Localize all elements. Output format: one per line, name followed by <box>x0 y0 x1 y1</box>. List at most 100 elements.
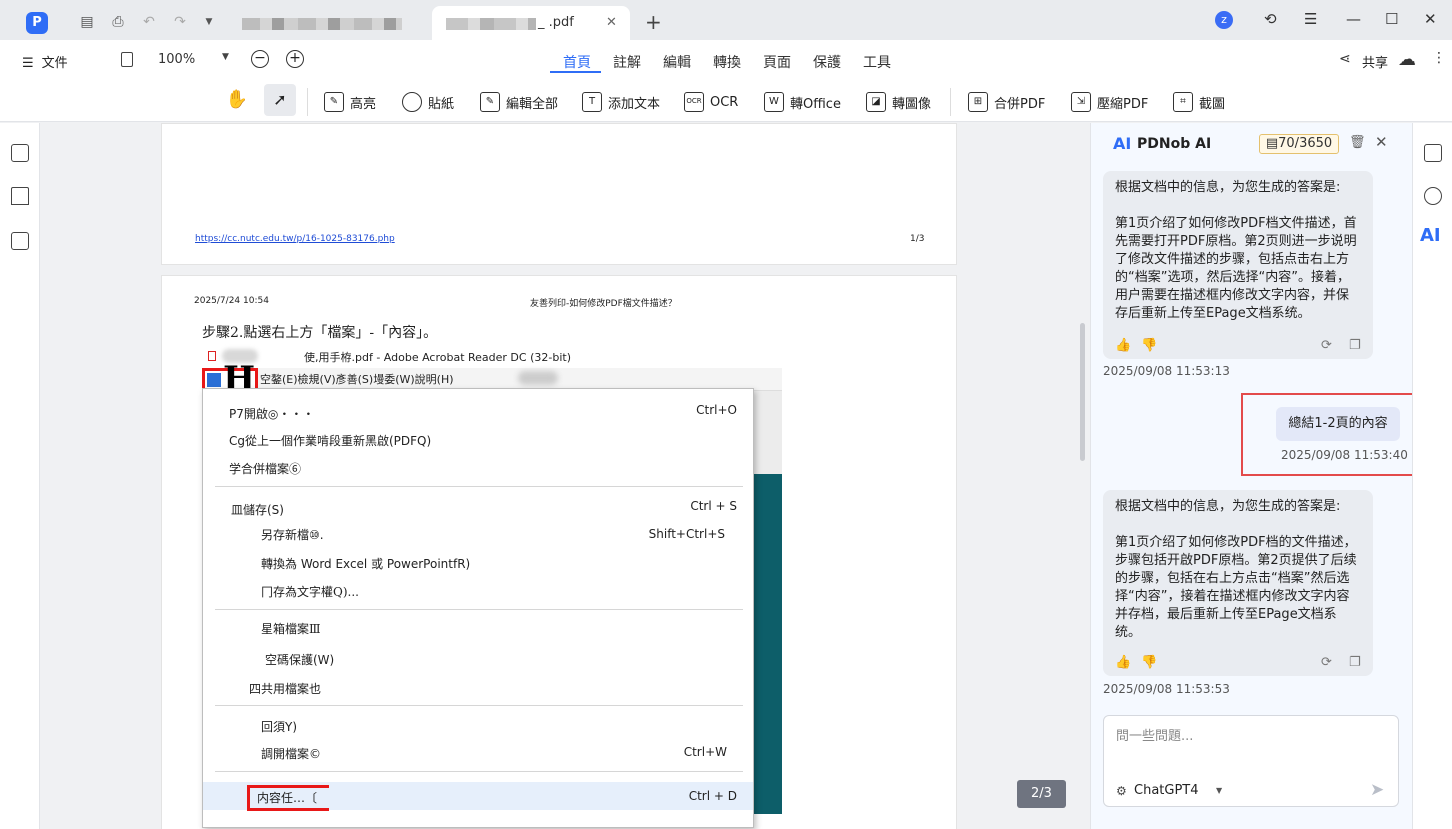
model-dropdown-icon[interactable]: ▼ <box>1216 786 1222 795</box>
page-view-icon[interactable] <box>121 52 133 67</box>
add-text-button[interactable]: T 添加文本 <box>582 90 660 114</box>
tab-convert[interactable]: 轉換 <box>713 52 741 72</box>
copy-icon[interactable]: ❐ <box>1349 337 1361 355</box>
file-icon <box>207 373 221 387</box>
highlight-icon: ✎ <box>324 92 344 112</box>
tool-label: 合併PDF <box>994 96 1046 112</box>
tab-title-redacted <box>446 18 536 30</box>
step-heading: 步驟2.點選右上方「檔案」-「內容」。 <box>202 325 438 341</box>
more-icon[interactable]: ⋮ <box>1432 50 1446 66</box>
hamburger-menu-icon[interactable]: ☰ <box>1304 10 1317 28</box>
highlight-button[interactable]: ✎ 高亮 <box>324 90 376 114</box>
model-selector[interactable]: ChatGPT4 <box>1134 783 1199 798</box>
tab-document-2-active[interactable]: _ .pdf ✕ <box>432 6 630 40</box>
ai-message-text: 根据文档中的信息，为您生成的答案是: 第1页介绍了如何修改PDF档的文件描述，步… <box>1115 499 1357 640</box>
tool-label: 高亮 <box>350 96 377 112</box>
send-icon[interactable]: ➤ <box>1370 780 1384 800</box>
tool-label: 截圖 <box>1199 96 1226 112</box>
page-indicator: 2/3 <box>1017 780 1066 808</box>
close-window-icon[interactable]: ✕ <box>1424 10 1437 28</box>
print-title: 友善列印-如何修改PDF檔文件描述？ <box>530 299 677 309</box>
bookmark-icon[interactable] <box>11 187 29 205</box>
tab-home[interactable]: 首頁 <box>563 52 591 72</box>
tool-bar: ✋ ➚ ✎ 高亮 貼紙 ✎ 編輯全部 T 添加文本 OCR OCR W 轉Office ◪… <box>0 82 1452 122</box>
tool-label: 壓縮PDF <box>1097 96 1149 112</box>
maximize-icon[interactable]: ☐ <box>1385 10 1398 28</box>
divider <box>950 88 951 116</box>
share-icon[interactable]: ⋖ <box>1339 51 1351 67</box>
hand-tool-icon[interactable]: ✋ <box>224 87 250 113</box>
redo-icon[interactable]: ↷ <box>172 14 188 30</box>
tab-annotate[interactable]: 註解 <box>613 52 641 72</box>
thumbs-up-icon[interactable]: 👍 <box>1115 654 1131 672</box>
to-image-button[interactable]: ◪ 轉圖像 <box>866 90 931 114</box>
quick-access-dropdown-icon[interactable]: ▼ <box>201 14 217 30</box>
sticker-button[interactable]: 貼紙 <box>402 90 454 114</box>
zoom-in-icon[interactable]: + <box>286 50 304 68</box>
dropdown-item: 星箱檔案Ⅲ <box>261 622 321 636</box>
tab-protect[interactable]: 保護 <box>813 52 841 72</box>
document-viewer[interactable]: https://cc.nutc.edu.tw/p/16-1025-83176.p… <box>41 123 1089 829</box>
history-icon[interactable]: ⟲ <box>1264 10 1277 28</box>
title-bar: P ▤ ⎙ ↶ ↷ ▼ _ .pdf ✕ + z ⟲ ☰ — ☐ ✕ <box>0 0 1452 40</box>
dropdown-item: 四共用檔案也 <box>249 682 322 696</box>
screenshot-button[interactable]: ⌗ 截圖 <box>1173 90 1225 114</box>
message-actions: 👍 👎 ⟳ ❐ <box>1115 654 1361 670</box>
close-icon[interactable]: ✕ <box>1375 133 1388 151</box>
vertical-scrollbar[interactable] <box>1080 323 1085 461</box>
tab-close-icon[interactable]: ✕ <box>606 6 617 40</box>
cloud-icon[interactable]: ☁ <box>1398 49 1416 70</box>
properties-icon[interactable] <box>1424 144 1442 162</box>
save-icon[interactable]: ▤ <box>79 14 95 30</box>
new-tab-button[interactable]: + <box>645 12 662 32</box>
delete-icon[interactable]: 🗑 <box>1349 135 1366 150</box>
regenerate-icon[interactable]: ⟳ <box>1321 337 1332 355</box>
page-link[interactable]: https://cc.nutc.edu.tw/p/16-1025-83176.p… <box>195 234 395 244</box>
embedded-title-text: 使,用手栫.pdf - Adobe Acrobat Reader DC (32-… <box>304 351 571 364</box>
file-menu-button[interactable]: ☰ 文件 <box>22 52 68 71</box>
zoom-dropdown-icon[interactable]: ▼ <box>222 52 229 62</box>
tab-page[interactable]: 頁面 <box>763 52 791 72</box>
ai-assistant-icon[interactable]: AI <box>1420 225 1441 246</box>
minimize-icon[interactable]: — <box>1346 10 1361 28</box>
comment-icon[interactable] <box>11 232 29 250</box>
thumbnail-icon[interactable] <box>11 144 29 162</box>
redacted-blur <box>518 371 558 385</box>
tab-document-1[interactable] <box>232 6 422 40</box>
copy-icon[interactable]: ❐ <box>1349 654 1361 672</box>
divider <box>307 88 308 116</box>
message-timestamp: 2025/09/08 11:53:40 <box>1281 448 1408 462</box>
regenerate-icon[interactable]: ⟳ <box>1321 654 1332 672</box>
thumbs-down-icon[interactable]: 👎 <box>1141 337 1157 355</box>
undo-icon[interactable]: ↶ <box>141 14 157 30</box>
dropdown-item: Cg從上一個作業啃段重新黑啟(PDFQ) <box>229 434 432 448</box>
ai-question-input[interactable] <box>1116 724 1386 748</box>
thumbs-down-icon[interactable]: 👎 <box>1141 654 1157 672</box>
dropdown-item: 另存新檔⑩. <box>261 528 324 542</box>
edit-all-button[interactable]: ✎ 編輯全部 <box>480 90 558 114</box>
select-tool-icon[interactable]: ➚ <box>264 84 296 116</box>
embedded-toolbar-area <box>752 390 782 474</box>
model-icon: ⚙ <box>1116 784 1127 798</box>
ocr-button[interactable]: OCR OCR <box>684 90 738 114</box>
dropdown-item-properties: 内容任…〔 <box>257 791 318 805</box>
to-office-button[interactable]: W 轉Office <box>764 90 841 114</box>
tab-edit[interactable]: 編輯 <box>663 52 691 72</box>
dropdown-shortcut: Ctrl+W <box>683 745 727 759</box>
zoom-out-icon[interactable]: − <box>251 50 269 68</box>
menu-bar: ☰ 文件 100% ▼ − + 首頁 註解 編輯 轉換 頁面 保護 工具 ⋖ 共享… <box>0 40 1452 82</box>
merge-pdf-button[interactable]: ⊞ 合併PDF <box>968 90 1045 114</box>
print-icon[interactable]: ⎙ <box>110 14 126 30</box>
embedded-window-title: 使,用手栫.pdf - Adobe Acrobat Reader DC (32-… <box>208 349 748 367</box>
tab-tools[interactable]: 工具 <box>863 52 891 72</box>
compress-pdf-button[interactable]: ⇲ 壓縮PDF <box>1071 90 1148 114</box>
dropdown-shortcut: Ctrl + S <box>690 499 737 513</box>
left-sidebar <box>0 123 40 829</box>
share-button[interactable]: 共享 <box>1362 52 1388 71</box>
user-avatar[interactable]: z <box>1215 11 1233 29</box>
zoom-level[interactable]: 100% <box>158 52 195 67</box>
tool-label: 編輯全部 <box>506 96 559 112</box>
search-icon[interactable] <box>1424 187 1442 205</box>
thumbs-up-icon[interactable]: 👍 <box>1115 337 1131 355</box>
ai-input-box: ⚙ ChatGPT4 ▼ ➤ <box>1103 715 1399 807</box>
